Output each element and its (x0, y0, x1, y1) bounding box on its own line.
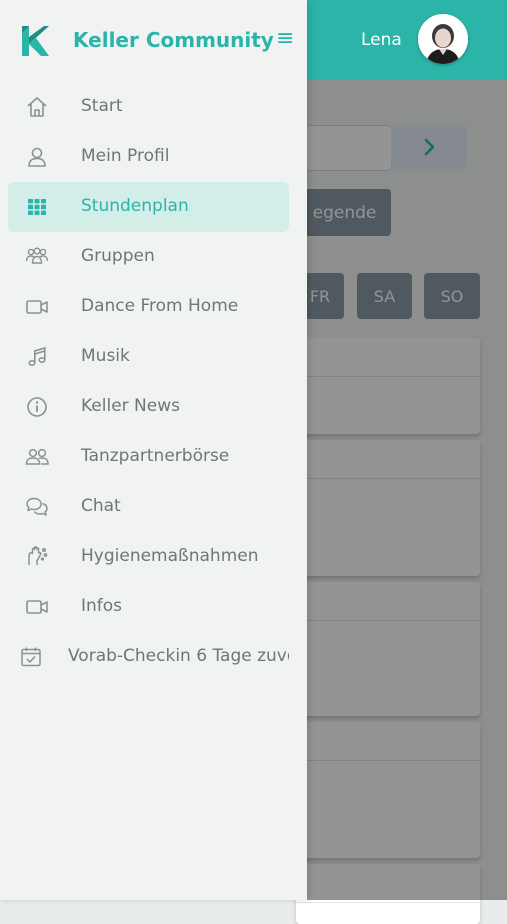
nav-item-tanzpartnerboerse[interactable]: Tanzpartnerbörse (8, 432, 289, 482)
music-icon (24, 344, 50, 370)
nav-item-gruppen[interactable]: Gruppen (8, 232, 289, 282)
home-icon (24, 94, 50, 120)
nav-item-label: Keller News (81, 396, 180, 416)
calendar-check-icon (18, 644, 44, 670)
nav-item-chat[interactable]: Chat (8, 482, 289, 532)
avatar[interactable] (418, 14, 468, 64)
avatar-image (418, 14, 468, 64)
hygiene-icon (24, 544, 50, 570)
nav-item-dance-from-home[interactable]: Dance From Home (8, 282, 289, 332)
nav-item-infos[interactable]: Infos (8, 582, 289, 632)
user-icon (24, 144, 50, 170)
video-icon (24, 594, 50, 620)
user-name: Lena (361, 30, 402, 50)
nav-item-label: Dance From Home (81, 296, 239, 316)
navigation-drawer: Keller Community ≡ Start Mein Profil Stu… (0, 0, 307, 900)
nav-item-label: Hygienemaßnahmen (81, 546, 259, 566)
nav-item-stundenplan[interactable]: Stundenplan (8, 182, 289, 232)
nav-item-label: Infos (81, 596, 123, 616)
menu-toggle-icon[interactable]: ≡ (276, 26, 294, 51)
nav-item-musik[interactable]: Musik (8, 332, 289, 382)
brand-name: Keller Community (73, 28, 274, 52)
nav-item-start[interactable]: Start (8, 82, 289, 132)
nav-item-hygienemassnahmen[interactable]: Hygienemaßnahmen (8, 532, 289, 582)
nav-item-label: Stundenplan (81, 196, 189, 216)
nav-item-mein-profil[interactable]: Mein Profil (8, 132, 289, 182)
grid-icon (24, 194, 50, 220)
nav-item-label: Chat (81, 496, 121, 516)
nav-item-label: Gruppen (81, 246, 155, 266)
nav-item-keller-news[interactable]: Keller News (8, 382, 289, 432)
nav-item-label: Tanzpartnerbörse (81, 446, 230, 466)
nav-item-label: Vorab-Checkin 6 Tage zuvor (68, 646, 289, 666)
chat-icon (24, 494, 50, 520)
partners-icon (24, 444, 50, 470)
nav-item-label: Musik (81, 346, 130, 366)
group-icon (24, 244, 50, 270)
nav-item-label: Mein Profil (81, 146, 170, 166)
nav-item-vorab-checkin[interactable]: Vorab-Checkin 6 Tage zuvor (4, 632, 289, 682)
keller-logo-icon (22, 26, 49, 56)
info-icon (24, 394, 50, 420)
nav-item-label: Start (81, 96, 123, 116)
video-icon (24, 294, 50, 320)
